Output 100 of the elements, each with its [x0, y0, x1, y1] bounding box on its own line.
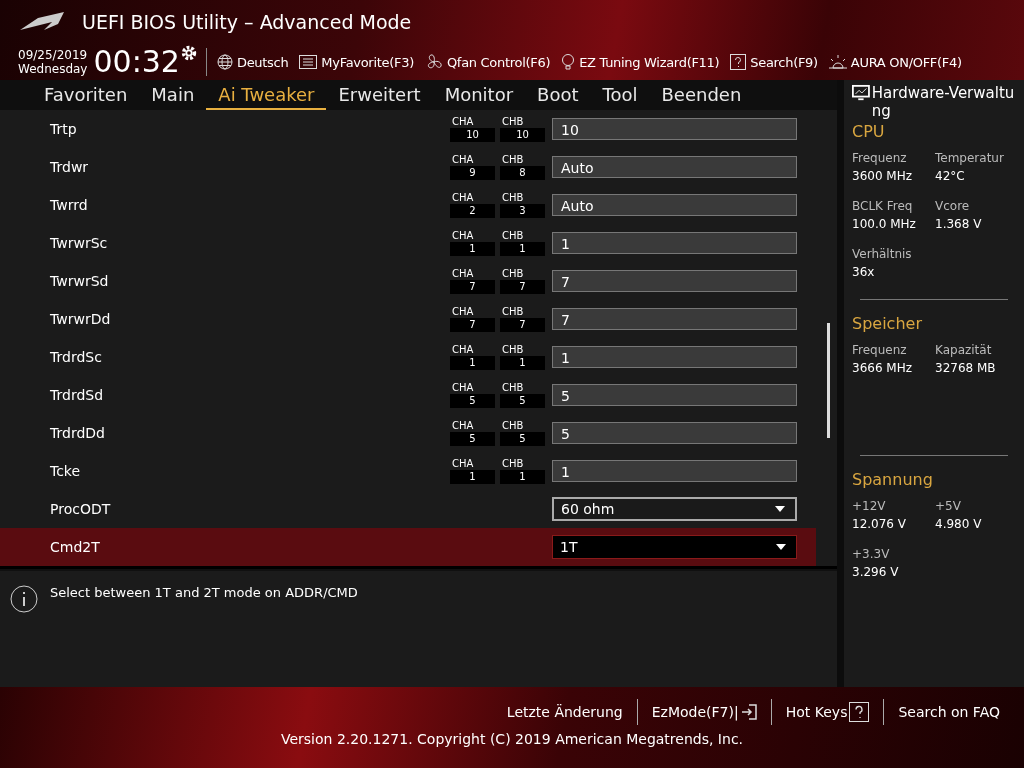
channel-value: 3 — [500, 204, 545, 218]
input-field[interactable]: Auto — [552, 156, 797, 178]
channel-label: CHA — [451, 306, 475, 318]
metric-value: 32768 MB — [935, 361, 997, 375]
input-field[interactable]: 5 — [552, 422, 797, 444]
input-field[interactable]: 1 — [552, 232, 797, 254]
setting-label: TwrwrSd — [50, 273, 110, 289]
channel-value: 1 — [500, 242, 545, 256]
channel-value: 7 — [450, 318, 495, 332]
metric-value: 100.0 MHz — [852, 217, 917, 231]
setting-label: Trtp — [50, 121, 78, 137]
toolbar-button[interactable]: Deutsch — [214, 54, 298, 70]
help-icon — [730, 54, 747, 70]
toolbar-button[interactable]: EZ Tuning Wizard(F11) — [559, 53, 729, 71]
help-text: Select between 1T and 2T mode on ADDR/CMD — [50, 585, 358, 600]
toolbar-button[interactable]: Qfan Control(F6) — [422, 53, 560, 71]
setting-row[interactable]: ProcODT 60 ohm — [0, 490, 816, 528]
date-text: 09/25/2019 — [18, 48, 88, 62]
channel-label: CHA — [451, 420, 475, 432]
menu-tab[interactable]: Erweitert — [326, 80, 433, 110]
help-icon — [849, 702, 870, 722]
metric-value: 4.980 V — [935, 517, 983, 531]
setting-row[interactable]: TwrwrSd CHA 7 CHB 7 7 — [0, 262, 816, 300]
channel-label: CHA — [451, 230, 475, 242]
selected-row[interactable]: Cmd2T 1T — [0, 528, 816, 566]
setting-row[interactable]: TrdrdSd CHA 5 CHB 5 5 — [0, 376, 816, 414]
caret-icon — [775, 506, 785, 512]
setting-label: Trdwr — [50, 159, 90, 175]
input-field[interactable]: 5 — [552, 384, 797, 406]
menu-tab[interactable]: Monitor — [432, 80, 526, 110]
clock-time: 00:32 — [93, 46, 180, 78]
section-title: CPU — [852, 122, 886, 141]
menu-tab[interactable]: Boot — [525, 80, 591, 110]
channel-label: CHB — [501, 458, 525, 470]
toolbar-button[interactable]: Search(F9) — [728, 54, 827, 70]
channel-value: 1 — [450, 242, 495, 256]
panel-title: Hardware-Verwaltung — [871, 84, 1016, 120]
exit-icon — [740, 704, 757, 720]
footer-link[interactable]: EzMode(F7)| — [637, 704, 771, 720]
channel-label: CHB — [501, 154, 525, 166]
setting-label: ProcODT — [50, 501, 112, 517]
menu-tab[interactable]: Tool — [590, 80, 650, 110]
metric-label: Temperatur — [935, 151, 1005, 165]
menu-tab[interactable]: Main — [139, 80, 207, 110]
setting-row[interactable]: Twrrd CHA 2 CHB 3 Auto — [0, 186, 816, 224]
channel-label: CHA — [451, 458, 475, 470]
channel-value: 9 — [450, 166, 495, 180]
setting-row[interactable]: Tcke CHA 1 CHB 1 1 — [0, 452, 816, 490]
scrollbar-thumb[interactable] — [827, 323, 830, 438]
metric-value: 3600 MHz — [852, 169, 914, 183]
channel-label: CHB — [501, 268, 525, 280]
menu-tab[interactable]: Favoriten — [32, 80, 140, 110]
setting-label: TwrwrDd — [50, 311, 112, 327]
toolbar-button[interactable]: MyFavorite(F3) — [297, 54, 423, 70]
input-field[interactable]: 1 — [552, 346, 797, 368]
setting-row[interactable]: TrdrdSc CHA 1 CHB 1 1 — [0, 338, 816, 376]
section-title: Spannung — [852, 470, 934, 489]
setting-row[interactable]: TrdrdDd CHA 5 CHB 5 5 — [0, 414, 816, 452]
globe-icon — [216, 54, 233, 70]
setting-row[interactable]: Trdwr CHA 9 CHB 8 Auto — [0, 148, 816, 186]
input-field[interactable]: 10 — [552, 118, 797, 140]
channel-label: CHA — [451, 268, 475, 280]
channel-label: CHB — [501, 420, 525, 432]
dropdown[interactable]: 60 ohm — [552, 497, 797, 521]
channel-value: 5 — [450, 432, 495, 446]
list-icon — [299, 55, 318, 69]
toolbar-button[interactable]: AURA ON/OFF(F4) — [826, 54, 971, 70]
bulb-icon — [561, 53, 576, 71]
caret-icon — [776, 544, 786, 550]
input-field[interactable]: 7 — [552, 308, 797, 330]
setting-row[interactable]: TwrwrDd CHA 7 CHB 7 7 — [0, 300, 816, 338]
metric-label: +3.3V — [852, 547, 891, 561]
metric-value: 3666 MHz — [852, 361, 914, 375]
footer-link[interactable]: Hot Keys — [771, 702, 884, 722]
metric-label: BCLK Freq — [852, 199, 914, 213]
channel-label: CHB — [501, 382, 525, 394]
channel-label: CHA — [451, 344, 475, 356]
input-field[interactable]: 7 — [552, 270, 797, 292]
channel-value: 8 — [500, 166, 545, 180]
metric-label: Kapazität — [935, 343, 993, 357]
dropdown[interactable]: 1T — [552, 535, 797, 559]
setting-row[interactable]: Trtp CHA 10 CHB 10 10 — [0, 110, 816, 148]
metric-value: 42°C — [935, 169, 966, 183]
input-field[interactable]: Auto — [552, 194, 797, 216]
setting-label: TwrwrSc — [50, 235, 109, 251]
setting-row[interactable]: TwrwrSc CHA 1 CHB 1 1 — [0, 224, 816, 262]
settings-icon[interactable] — [179, 44, 198, 62]
input-field[interactable]: 1 — [552, 460, 797, 482]
channel-value: 7 — [450, 280, 495, 294]
weekday-text: Wednesday — [18, 62, 88, 76]
channel-value: 5 — [450, 394, 495, 408]
footer-link[interactable]: Letzte Änderung — [492, 704, 637, 720]
setting-label: TrdrdSc — [50, 349, 103, 365]
channel-value: 7 — [500, 280, 545, 294]
info-icon — [10, 585, 38, 613]
window-title: UEFI BIOS Utility – Advanced Mode — [82, 11, 412, 33]
setting-label: Twrrd — [50, 197, 89, 213]
menu-tab[interactable]: Beenden — [649, 80, 754, 110]
channel-value: 10 — [450, 128, 495, 142]
footer-link[interactable]: Search on FAQ — [884, 704, 1014, 720]
